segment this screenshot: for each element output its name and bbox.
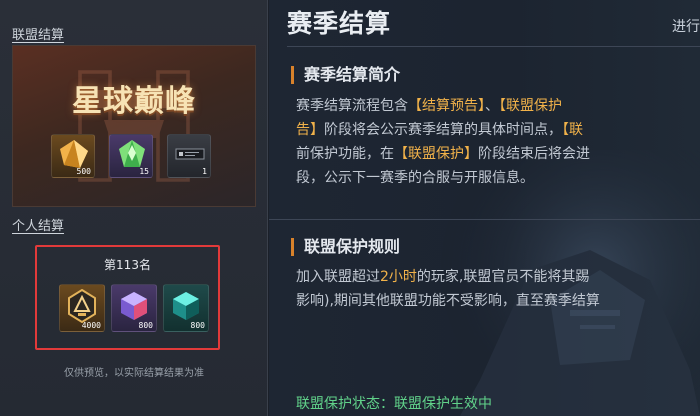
page-title: 赛季结算 bbox=[287, 9, 392, 38]
reward-qty: 500 bbox=[76, 167, 91, 176]
rules-line-1: 加入联盟超过2小时的玩家,联盟官员不能将其踢 bbox=[296, 269, 590, 285]
rank-medal-icon bbox=[68, 289, 96, 323]
personal-rank: 第113名 bbox=[104, 258, 151, 272]
intro-line-2: 告】阶段将会公示赛季结算的具体时间点，【联 bbox=[296, 122, 583, 138]
intro-line-4: 段，公示下一赛季的合服与开服信息。 bbox=[296, 170, 534, 186]
gold-crystal-icon bbox=[60, 140, 88, 168]
reward-qty: 800 bbox=[138, 321, 153, 330]
protection-status: 联盟保护状态：联盟保护生效中 bbox=[296, 393, 492, 413]
reward-item-rank-medal[interactable]: 4000 bbox=[59, 284, 105, 332]
reward-qty: 15 bbox=[139, 167, 149, 176]
reward-qty: 4000 bbox=[81, 321, 101, 330]
green-crystal-icon bbox=[119, 140, 145, 167]
reward-item-badge-card[interactable]: 1 bbox=[167, 134, 211, 178]
title-divider bbox=[287, 46, 700, 47]
alliance-reward-card: 星球巅峰 500 15 1 bbox=[12, 45, 256, 207]
phase-link-protection[interactable]: 【联盟保护 bbox=[499, 98, 562, 114]
badge-card-icon bbox=[175, 148, 205, 160]
personal-reward-box: 第113名 4000 800 800 bbox=[35, 245, 220, 350]
settlement-sidebar: 联盟结算 星球巅峰 500 15 1 个人结算 第113名 4000 800 8… bbox=[0, 0, 268, 416]
reward-qty: 1 bbox=[202, 167, 207, 176]
reward-qty: 800 bbox=[190, 321, 205, 330]
purple-cube-icon bbox=[121, 292, 147, 320]
section-heading-rules: 联盟保护规则 bbox=[291, 238, 400, 256]
section-heading-intro: 赛季结算简介 bbox=[291, 66, 400, 84]
phase-link-preview[interactable]: 【结算预告】 bbox=[408, 98, 485, 114]
protection-status-value: 联盟保护生效中 bbox=[394, 396, 492, 412]
intro-line-3: 前保护功能，在【联盟保护】阶段结束后将会进 bbox=[296, 146, 590, 162]
section-divider bbox=[269, 219, 700, 220]
intro-line-1: 赛季结算流程包含【结算预告】、【联盟保护 bbox=[296, 98, 562, 114]
alliance-rank-title: 星球巅峰 bbox=[72, 84, 196, 119]
personal-settlement-link[interactable]: 个人结算 bbox=[12, 215, 64, 234]
reward-item-teal-cube[interactable]: 800 bbox=[163, 284, 209, 332]
reward-item-gold-crystal[interactable]: 500 bbox=[51, 134, 95, 178]
rules-line-2: 影响),期间其他联盟功能不受影响，直至赛季结算 bbox=[296, 293, 600, 309]
season-settlement-panel: 赛季结算 进行 赛季结算简介 赛季结算流程包含【结算预告】、【联盟保护 告】阶段… bbox=[269, 0, 700, 416]
preview-disclaimer: 仅供预览，以实际结算结果为准 bbox=[64, 368, 204, 379]
teal-cube-icon bbox=[173, 292, 199, 320]
phase-link-protection-2[interactable]: 【联盟保护】 bbox=[394, 146, 478, 162]
reward-item-green-crystal[interactable]: 15 bbox=[109, 134, 153, 178]
protection-status-label: 联盟保护状态： bbox=[296, 396, 394, 412]
alliance-settlement-link[interactable]: 联盟结算 bbox=[12, 24, 64, 43]
season-status-tag: 进行 bbox=[672, 19, 700, 35]
reward-item-purple-cube[interactable]: 800 bbox=[111, 284, 157, 332]
